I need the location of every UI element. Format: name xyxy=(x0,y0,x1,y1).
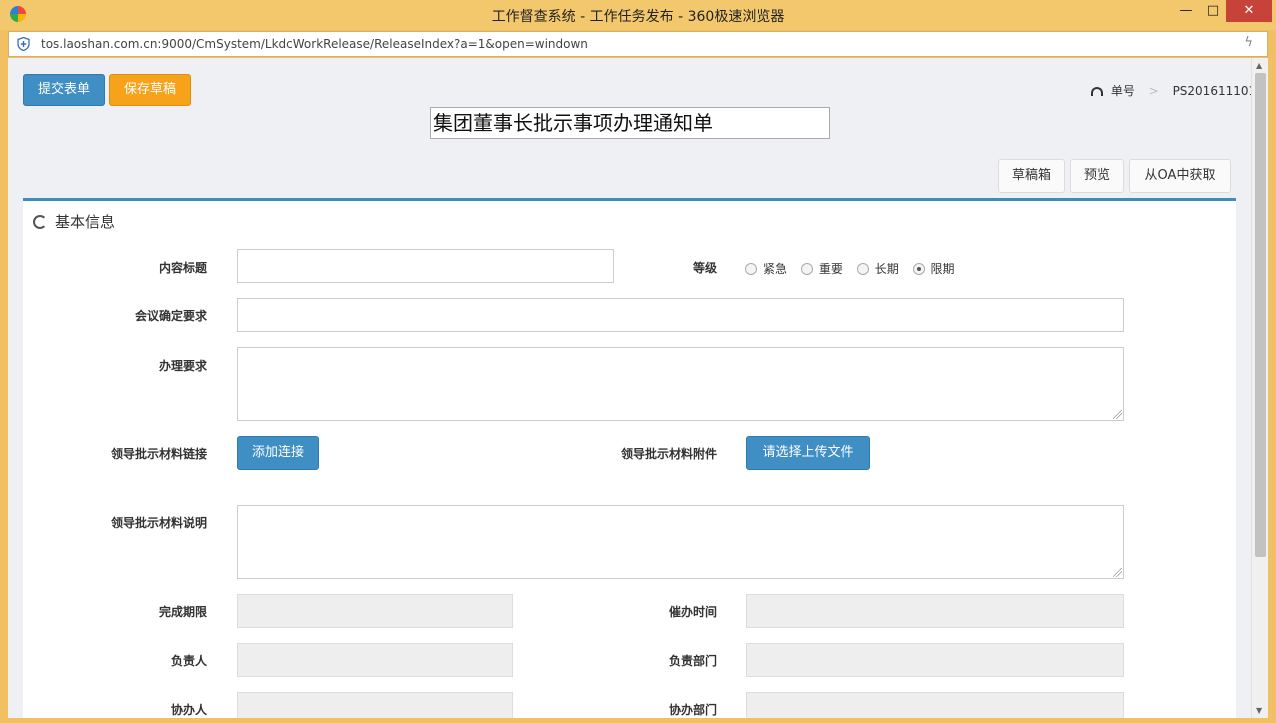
urge-time-label: 催办时间 xyxy=(668,605,717,619)
handling-requirement-label: 办理要求 xyxy=(158,359,207,373)
shield-icon xyxy=(17,37,30,51)
drafts-button[interactable]: 草稿箱 xyxy=(998,159,1065,193)
assistant-department-label: 协办部门 xyxy=(668,703,717,717)
upload-file-button[interactable]: 请选择上传文件 xyxy=(746,436,870,470)
radio-label: 重要 xyxy=(818,262,843,276)
leader-description-label: 领导批示材料说明 xyxy=(110,516,207,530)
deadline-input[interactable] xyxy=(237,594,513,628)
vertical-scrollbar[interactable]: ▲ ▼ xyxy=(1251,58,1268,718)
level-radio-urgent[interactable]: 紧急 xyxy=(745,260,787,277)
scroll-up-icon[interactable]: ▲ xyxy=(1256,61,1262,70)
owner-input[interactable] xyxy=(237,643,513,677)
add-link-button[interactable]: 添加连接 xyxy=(237,436,319,470)
assistant-department-input[interactable] xyxy=(746,692,1124,718)
level-radio-deadline[interactable]: 限期 xyxy=(912,260,955,277)
resize-grip-icon[interactable] xyxy=(1113,410,1122,419)
radio-label: 紧急 xyxy=(763,262,788,276)
scrollbar-thumb[interactable] xyxy=(1255,73,1266,557)
order-number: PS201611101 xyxy=(1172,84,1257,98)
urge-time-input[interactable] xyxy=(746,594,1124,628)
radio-checked-icon xyxy=(912,263,925,275)
leader-description-textarea[interactable] xyxy=(237,505,1124,579)
leader-attachment-label: 领导批示材料附件 xyxy=(620,447,717,461)
radio-icon xyxy=(745,263,757,275)
radio-icon xyxy=(856,263,869,275)
level-radio-important[interactable]: 重要 xyxy=(800,260,843,277)
handling-requirement-textarea[interactable] xyxy=(237,347,1124,421)
leader-link-label: 领导批示材料链接 xyxy=(110,447,207,461)
meeting-requirement-label: 会议确定要求 xyxy=(134,309,207,323)
level-label: 等级 xyxy=(692,261,717,275)
minimize-button[interactable]: — xyxy=(1173,0,1199,22)
radio-label: 长期 xyxy=(874,262,899,276)
dashboard-icon xyxy=(1091,87,1103,96)
assistant-label: 协办人 xyxy=(170,703,207,717)
window-titlebar: 工作督查系统 - 工作任务发布 - 360极速浏览器 — □ ✕ xyxy=(0,0,1276,30)
document-title-input[interactable]: 集团董事长批示事项办理通知单 xyxy=(430,107,830,139)
preview-button[interactable]: 预览 xyxy=(1070,159,1124,193)
level-radio-longterm[interactable]: 长期 xyxy=(856,260,899,277)
assistant-input[interactable] xyxy=(237,692,513,718)
owner-department-label: 负责部门 xyxy=(668,654,717,668)
fetch-from-oa-button[interactable]: 从OA中获取 xyxy=(1129,159,1231,193)
breadcrumb-separator: > xyxy=(1148,84,1159,98)
owner-label: 负责人 xyxy=(170,654,207,668)
radio-label: 限期 xyxy=(930,262,955,276)
submit-form-button[interactable]: 提交表单 xyxy=(23,74,105,106)
basic-info-panel: 基本信息 内容标题 等级 紧急 重要 长期 限期 会议确定要求 办理要求 领导批… xyxy=(23,198,1236,718)
maximize-button[interactable]: □ xyxy=(1200,0,1226,22)
owner-department-input[interactable] xyxy=(746,643,1124,677)
meeting-requirement-input[interactable] xyxy=(237,298,1124,332)
breadcrumb: 单号 > PS201611101 xyxy=(1091,82,1256,99)
resize-grip-icon[interactable] xyxy=(1113,568,1122,577)
circle-notch-icon xyxy=(33,215,47,229)
panel-heading-text: 基本信息 xyxy=(55,213,116,231)
breadcrumb-label: 单号 xyxy=(1110,84,1135,98)
level-radio-group: 紧急 重要 长期 限期 xyxy=(745,260,965,277)
radio-icon xyxy=(800,263,813,275)
panel-heading: 基本信息 xyxy=(33,211,115,232)
content-title-input[interactable] xyxy=(237,249,614,283)
scroll-down-icon[interactable]: ▼ xyxy=(1256,706,1262,715)
url-text[interactable]: tos.laoshan.com.cn:9000/CmSystem/LkdcWor… xyxy=(41,37,588,51)
content-title-label: 内容标题 xyxy=(158,261,207,275)
save-draft-button[interactable]: 保存草稿 xyxy=(109,74,191,106)
address-bar[interactable]: tos.laoshan.com.cn:9000/CmSystem/LkdcWor… xyxy=(8,31,1268,57)
page-viewport: 提交表单 保存草稿 单号 > PS201611101 集团董事长批示事项办理通知… xyxy=(8,58,1268,718)
lightning-icon[interactable]: ϟ xyxy=(1244,35,1253,50)
deadline-label: 完成期限 xyxy=(158,605,207,619)
close-button[interactable]: ✕ xyxy=(1226,0,1272,22)
window-title: 工作督查系统 - 工作任务发布 - 360极速浏览器 xyxy=(491,9,785,25)
